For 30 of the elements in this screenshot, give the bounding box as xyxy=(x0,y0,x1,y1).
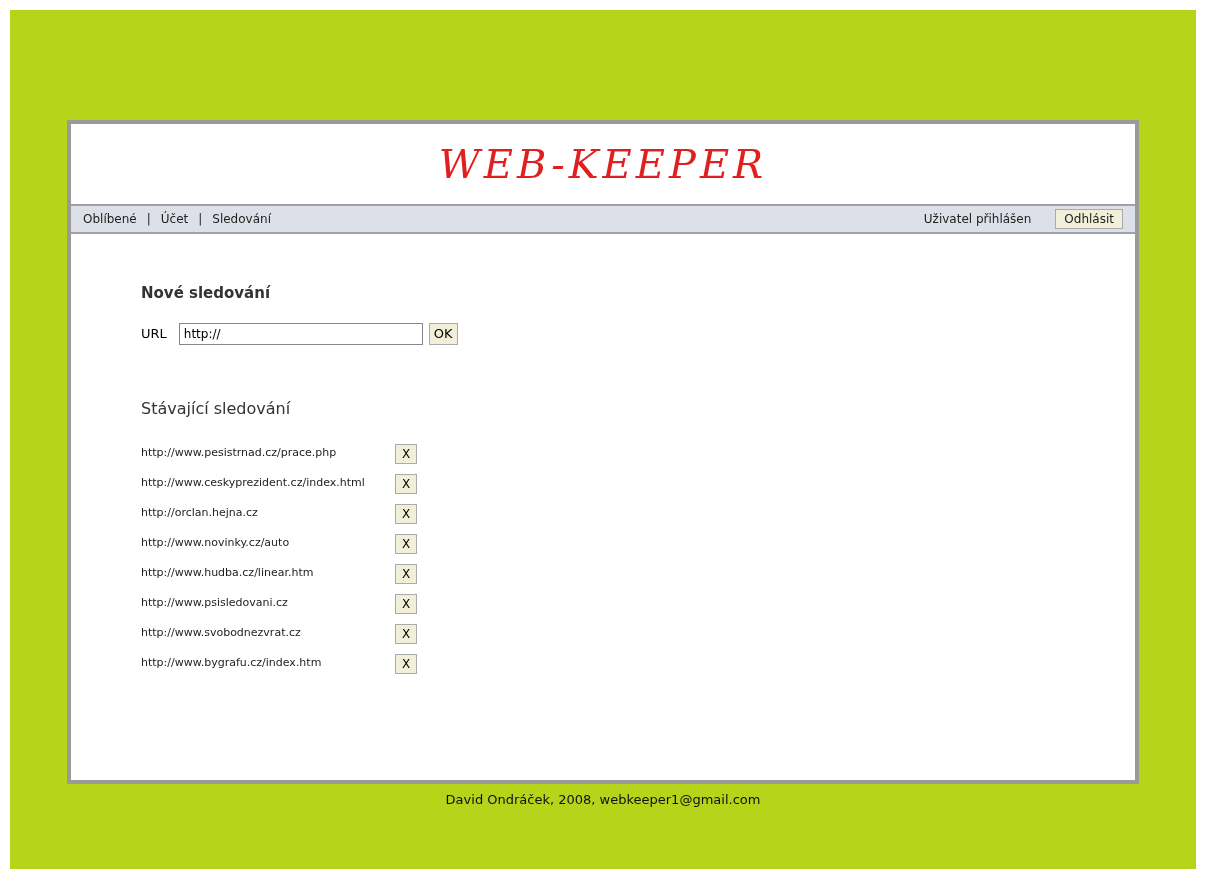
section-heading: Stávající sledování xyxy=(141,397,292,420)
nav-link[interactable]: Sledování xyxy=(212,210,271,228)
login-status: Uživatel přihlášen xyxy=(923,211,1032,228)
footer-text: David Ondráček, 2008, webkeeper1@gmail.com xyxy=(445,791,761,809)
ok-button[interactable]: OK xyxy=(428,322,458,345)
logout-button[interactable]: Odhlásit xyxy=(1055,209,1123,229)
nav-link[interactable]: Oblíbené xyxy=(83,210,137,228)
watched-url[interactable]: http://www.bygrafu.cz/index.htm xyxy=(141,655,395,672)
delete-button[interactable]: X xyxy=(395,623,417,644)
delete-button[interactable]: X xyxy=(395,473,417,494)
nav-separator: | xyxy=(146,211,151,228)
delete-button[interactable]: X xyxy=(395,653,417,674)
watched-url[interactable]: http://www.pesistrnad.cz/prace.php xyxy=(141,445,395,462)
nav-link[interactable]: Účet xyxy=(160,210,189,228)
watched-url[interactable]: http://www.psisledovani.cz xyxy=(141,595,395,612)
url-input[interactable]: http:// xyxy=(178,322,423,345)
delete-button[interactable]: X xyxy=(395,443,417,464)
watched-url[interactable]: http://www.novinky.cz/auto xyxy=(141,535,395,552)
site-logo: WEB-KEEPER xyxy=(438,140,768,189)
delete-button[interactable]: X xyxy=(395,503,417,524)
nav-separator: | xyxy=(198,211,203,228)
watched-url[interactable]: http://orclan.hejna.cz xyxy=(141,505,395,522)
watched-url[interactable]: http://www.svobodnezvrat.cz xyxy=(141,625,395,642)
delete-button[interactable]: X xyxy=(395,563,417,584)
delete-button[interactable]: X xyxy=(395,533,417,554)
delete-button[interactable]: X xyxy=(395,593,417,614)
url-label: URL xyxy=(141,324,167,343)
watched-url[interactable]: http://www.ceskyprezident.cz/index.html xyxy=(141,475,395,492)
section-heading: Nové sledování xyxy=(141,283,272,304)
watched-url[interactable]: http://www.hudba.cz/linear.htm xyxy=(141,565,395,582)
